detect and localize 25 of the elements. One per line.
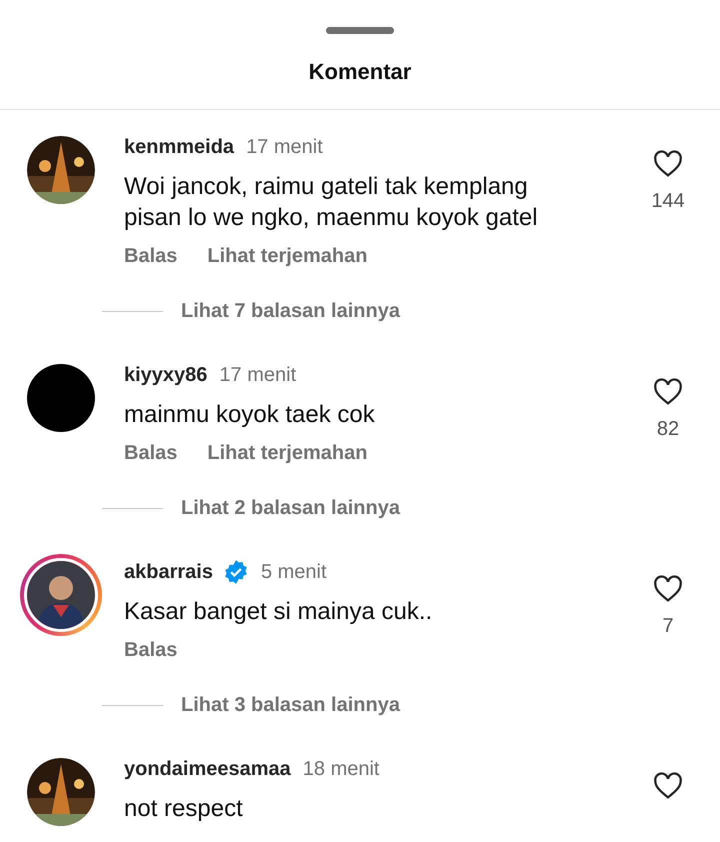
timestamp: 17 menit: [219, 364, 296, 386]
view-replies-link[interactable]: Lihat 3 balasan lainnya: [163, 694, 400, 717]
like-count: 7: [662, 615, 674, 638]
comment-text: not respect: [124, 794, 244, 824]
sheet-title: Komentar: [308, 59, 412, 85]
action-link[interactable]: Lihat terjemahan: [207, 441, 368, 465]
timestamp: 5 menit: [260, 560, 327, 584]
like-count: 82: [656, 418, 680, 441]
username[interactable]: kenmmeida: [124, 136, 234, 158]
timestamp: 18 menit: [302, 758, 380, 780]
drag-handle[interactable]: [326, 27, 394, 34]
timestamp: 17 menit: [246, 136, 323, 158]
username[interactable]: yondaimeesamaa: [124, 758, 291, 780]
comment-text: mainmu koyok taek cok: [124, 400, 376, 430]
username[interactable]: kiyyxy86: [124, 364, 208, 386]
action-link[interactable]: Lihat terjemahan: [207, 244, 368, 268]
comment-text: Kasar banget si mainya cuk..: [124, 597, 434, 627]
username[interactable]: akbarrais: [124, 560, 213, 584]
view-replies-link[interactable]: Lihat 2 balasan lainnya: [163, 497, 400, 520]
like-count: 144: [651, 190, 685, 213]
view-replies-link[interactable]: Lihat 7 balasan lainnya: [163, 300, 400, 323]
action-link[interactable]: Balas: [124, 244, 178, 268]
action-link[interactable]: Balas: [124, 441, 178, 465]
comment-text: Woi jancok, raimu gateli tak kemplang pisan lo we ngko, maenmu koyok gatel: [124, 172, 539, 233]
action-link[interactable]: Balas: [124, 638, 178, 662]
